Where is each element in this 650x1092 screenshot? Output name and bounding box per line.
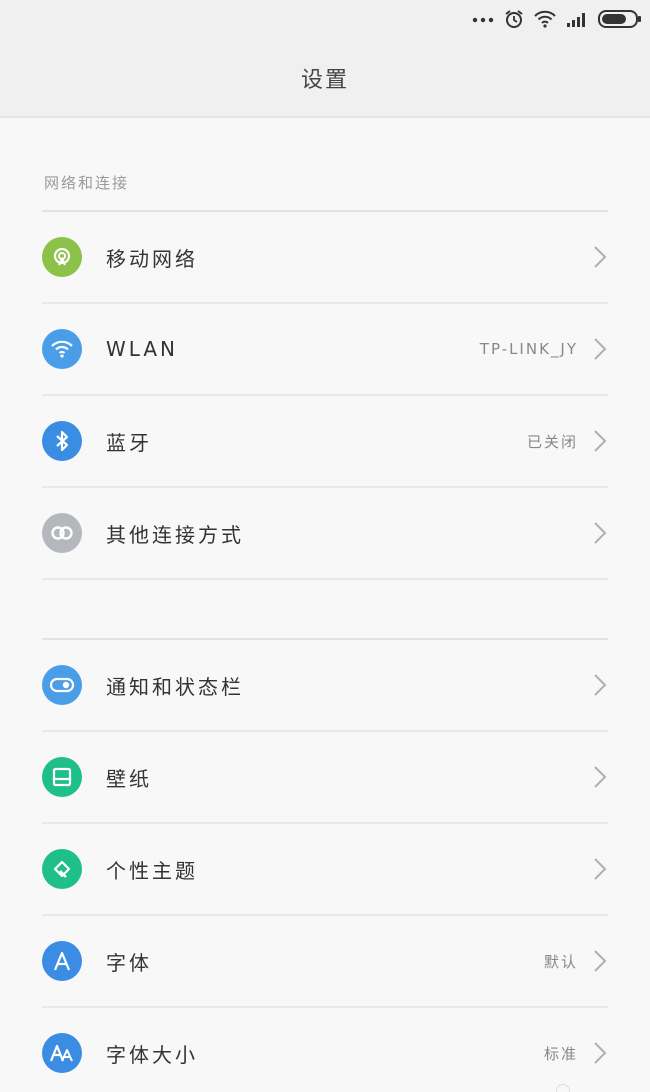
section-header-label: 网络和连接 — [44, 174, 130, 192]
chevron-right-icon — [592, 949, 608, 973]
font-size-icon — [42, 1033, 82, 1073]
section-header-network: 网络和连接 — [0, 120, 650, 210]
font-icon — [42, 941, 82, 981]
settings-item-notifications[interactable]: 通知和状态栏 — [42, 640, 608, 732]
watermark-mark — [556, 1084, 570, 1092]
settings-item-label: 字体 — [106, 950, 152, 975]
notification-toggle-icon — [42, 665, 82, 705]
battery-icon — [598, 9, 642, 29]
chevron-right-icon — [592, 673, 608, 697]
alarm-icon — [504, 9, 524, 29]
settings-item-value: 默认 — [543, 952, 578, 971]
settings-item-label: 个性主题 — [106, 858, 198, 883]
link-icon — [42, 513, 82, 553]
settings-item-themes[interactable]: 个性主题 — [42, 824, 608, 916]
settings-list: 网络和连接 移动网络 WLAN TP-LINK_JY 蓝牙 已关闭 其他连接方式… — [0, 120, 650, 1092]
settings-item-wlan[interactable]: WLAN TP-LINK_JY — [42, 304, 608, 396]
more-dots-icon — [472, 15, 494, 23]
settings-item-bluetooth[interactable]: 蓝牙 已关闭 — [42, 396, 608, 488]
page-title: 设置 — [300, 68, 349, 93]
wallpaper-icon — [42, 757, 82, 797]
settings-item-label: 其他连接方式 — [106, 522, 244, 547]
chevron-right-icon — [592, 1041, 608, 1065]
chevron-right-icon — [592, 245, 608, 269]
mobile-network-icon — [42, 237, 82, 277]
settings-item-label: 字体大小 — [106, 1042, 198, 1067]
signal-icon — [566, 11, 588, 27]
settings-item-label: WLAN — [106, 337, 179, 361]
theme-brush-icon — [42, 849, 82, 889]
wifi-icon — [534, 10, 556, 28]
settings-item-label: 通知和状态栏 — [106, 674, 244, 699]
settings-item-font[interactable]: 字体 默认 — [42, 916, 608, 1008]
chevron-right-icon — [592, 337, 608, 361]
settings-item-label: 移动网络 — [106, 246, 198, 271]
bluetooth-icon — [42, 421, 82, 461]
settings-item-other-connections[interactable]: 其他连接方式 — [42, 488, 608, 580]
settings-item-value: TP-LINK_JY — [479, 340, 578, 358]
chevron-right-icon — [592, 765, 608, 789]
settings-item-font-size[interactable]: 字体大小 标准 — [42, 1008, 608, 1092]
wifi-icon — [42, 329, 82, 369]
chevron-right-icon — [592, 429, 608, 453]
status-bar — [0, 0, 650, 38]
settings-item-value: 已关闭 — [526, 432, 578, 451]
settings-item-wallpaper[interactable]: 壁纸 — [42, 732, 608, 824]
settings-item-label: 壁纸 — [106, 766, 152, 791]
chevron-right-icon — [592, 521, 608, 545]
settings-screen: 设置 网络和连接 移动网络 WLAN TP-LINK_JY 蓝牙 已关闭 其他连… — [0, 0, 650, 1092]
group-gap — [0, 580, 650, 638]
settings-item-mobile-network[interactable]: 移动网络 — [42, 212, 608, 304]
chevron-right-icon — [592, 857, 608, 881]
settings-item-label: 蓝牙 — [106, 430, 152, 455]
settings-item-value: 标准 — [543, 1044, 578, 1063]
title-bar: 设置 — [0, 38, 650, 118]
status-icons — [472, 6, 642, 32]
